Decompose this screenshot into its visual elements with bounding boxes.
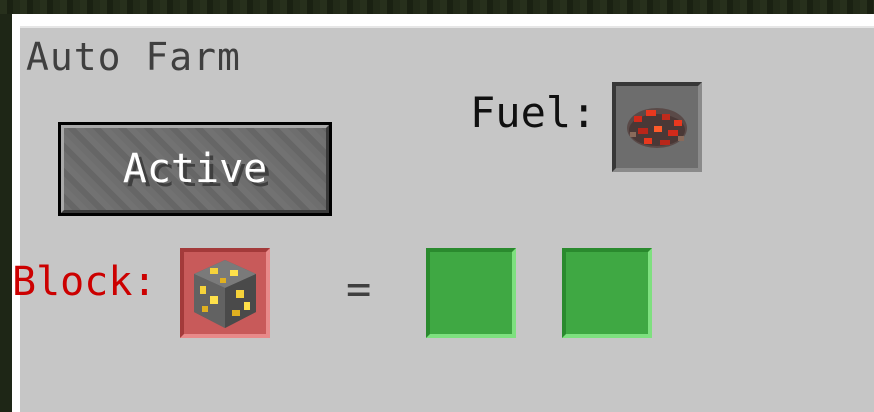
- redstone-ore-icon: [616, 86, 698, 168]
- gold-ore-icon: [194, 260, 256, 328]
- output-slot-2[interactable]: [562, 248, 652, 338]
- block-label: Block:: [12, 259, 157, 305]
- target-block-slot[interactable]: [180, 248, 270, 338]
- panel-title: Auto Farm: [26, 35, 241, 79]
- world-background: [0, 0, 874, 14]
- fuel-label: Fuel:: [470, 88, 597, 137]
- equals-sign: =: [346, 264, 372, 313]
- panel-body: Auto Farm Active Fuel: Block: =: [12, 26, 874, 412]
- active-toggle-button[interactable]: Active: [58, 122, 332, 216]
- auto-farm-panel: Auto Farm Active Fuel: Block: =: [12, 14, 874, 412]
- active-toggle-label: Active: [61, 125, 329, 213]
- output-slot-1[interactable]: [426, 248, 516, 338]
- fuel-slot[interactable]: [612, 82, 702, 172]
